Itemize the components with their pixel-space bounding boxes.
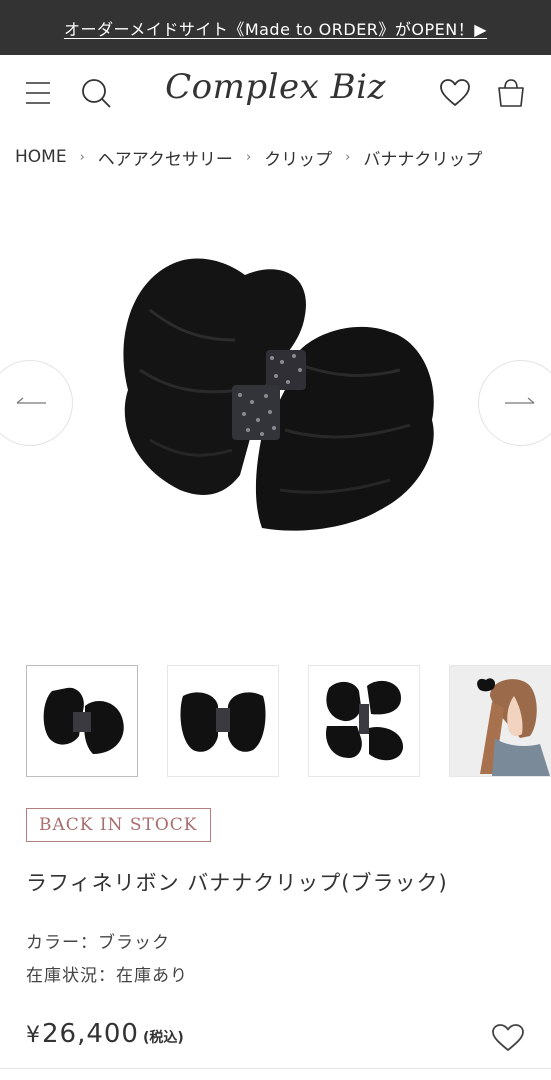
breadcrumb-separator: › xyxy=(345,149,351,165)
price-amount: 26,400 xyxy=(42,1019,139,1049)
cart-button[interactable] xyxy=(491,73,531,113)
breadcrumb-separator: › xyxy=(79,149,85,165)
breadcrumb-home[interactable]: HOME xyxy=(15,147,67,167)
product-stock-status: 在庫状況：在庫あり xyxy=(26,966,188,986)
back-in-stock-badge: BACK IN STOCK xyxy=(26,808,211,842)
announcement-link[interactable]: オーダーメイドサイト《Made to ORDER》がOPEN！▶ xyxy=(64,16,487,40)
add-to-favorites-button[interactable] xyxy=(488,1018,528,1058)
price-tax-note: (税込) xyxy=(142,1030,184,1046)
heart-icon xyxy=(492,1024,524,1051)
product-price: ¥ 26,400 (税込) xyxy=(26,1019,184,1049)
arrow-right-icon xyxy=(505,397,535,404)
shopping-bag-icon xyxy=(498,79,524,107)
favorites-button[interactable] xyxy=(435,73,475,113)
announcement-bar: オーダーメイドサイト《Made to ORDER》がOPEN！▶ xyxy=(0,0,551,55)
breadcrumb-banana-clip[interactable]: バナナクリップ xyxy=(363,145,482,170)
price-currency: ¥ xyxy=(26,1023,40,1048)
thumbnail-2[interactable] xyxy=(167,665,279,777)
arrow-left-icon xyxy=(16,397,46,404)
ribbon-clip-image xyxy=(123,258,434,531)
breadcrumb: HOME › ヘアアクセサリー › クリップ › バナナクリップ xyxy=(15,145,482,170)
thumbnail-1[interactable] xyxy=(26,665,138,777)
thumbnail-strip xyxy=(26,665,551,777)
product-main-image[interactable] xyxy=(0,190,551,620)
thumbnail-image xyxy=(325,680,404,761)
thumbnail-image xyxy=(180,692,266,752)
breadcrumb-separator: › xyxy=(245,149,252,165)
thumbnail-image xyxy=(43,687,124,754)
thumbnail-4[interactable] xyxy=(449,665,551,777)
breadcrumb-clip[interactable]: クリップ xyxy=(264,145,332,170)
section-divider xyxy=(0,1068,551,1069)
breadcrumb-hair-accessories[interactable]: ヘアアクセサリー xyxy=(98,145,233,170)
product-color: カラー：ブラック xyxy=(26,933,170,953)
product-title: ラフィネリボン バナナクリップ(ブラック) xyxy=(26,871,448,895)
thumbnail-3[interactable] xyxy=(308,665,420,777)
heart-icon xyxy=(440,79,470,106)
site-header: Complex Biz xyxy=(0,55,551,130)
thumbnail-image xyxy=(450,666,551,776)
